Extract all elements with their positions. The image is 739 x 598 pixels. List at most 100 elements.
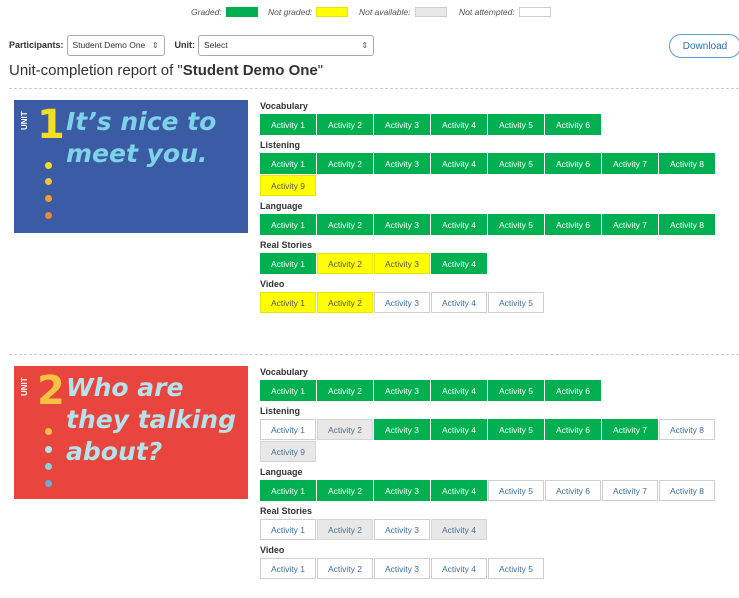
- activity-button-graded[interactable]: Activity 1: [260, 114, 316, 135]
- section-label: Listening: [260, 406, 300, 416]
- activity-list: Activity 1 Activity 2 Activity 3 Activity 4…: [260, 114, 739, 136]
- activity-list: Activity 1 Activity 2 Activity 3 Activity 4…: [260, 380, 739, 402]
- activity-button-graded[interactable]: Activity 3: [374, 214, 430, 235]
- activity-button-graded[interactable]: Activity 5: [488, 153, 544, 174]
- section-label: Listening: [260, 140, 300, 150]
- activity-button-graded[interactable]: Activity 5: [488, 114, 544, 135]
- unit-label: Unit:: [174, 40, 196, 50]
- participants-select[interactable]: Student Demo One ⇕: [66, 34, 165, 56]
- unit-word: UNIT: [20, 111, 29, 130]
- unit-block: UNIT 1 It’s nice to meet you. Vocabulary…: [0, 100, 739, 350]
- activity-button-graded[interactable]: Activity 5: [488, 214, 544, 235]
- activity-button-graded[interactable]: Activity 4: [431, 153, 487, 174]
- unit-cover-image: UNIT 2 Who are they talking about?: [14, 366, 248, 499]
- activity-button-graded[interactable]: Activity 6: [545, 214, 601, 235]
- activity-button-notgraded[interactable]: Activity 1: [260, 292, 316, 313]
- activity-button-notattempted[interactable]: Activity 1: [260, 558, 316, 579]
- activity-button-graded[interactable]: Activity 1: [260, 214, 316, 235]
- activity-button-graded[interactable]: Activity 5: [488, 419, 544, 440]
- activity-button-notattempted[interactable]: Activity 4: [431, 292, 487, 313]
- activity-button-notattempted[interactable]: Activity 5: [488, 292, 544, 313]
- decor-dot: [45, 178, 52, 185]
- activity-button-notattempted[interactable]: Activity 3: [374, 558, 430, 579]
- activity-button-graded[interactable]: Activity 2: [317, 153, 373, 174]
- legend-graded-swatch: [225, 7, 258, 17]
- filter-bar: Participants: Student Demo One ⇕ Unit: S…: [9, 34, 375, 56]
- activity-button-graded[interactable]: Activity 8: [659, 214, 715, 235]
- decor-dot: [45, 446, 52, 453]
- activity-button-notavailable[interactable]: Activity 4: [431, 519, 487, 540]
- status-legend: Graded: Not graded: Not available: Not a…: [0, 7, 739, 19]
- activity-button-graded[interactable]: Activity 4: [431, 480, 487, 501]
- unit-heading: It’s nice to meet you.: [66, 107, 217, 168]
- activity-button-notattempted[interactable]: Activity 1: [260, 519, 316, 540]
- activity-button-graded[interactable]: Activity 7: [602, 419, 658, 440]
- section-label: Vocabulary: [260, 367, 308, 377]
- activity-button-graded[interactable]: Activity 1: [260, 480, 316, 501]
- activity-button-graded[interactable]: Activity 3: [374, 114, 430, 135]
- activity-button-graded[interactable]: Activity 6: [545, 419, 601, 440]
- select-arrows-icon: ⇕: [361, 40, 369, 50]
- activity-button-notavailable[interactable]: Activity 2: [317, 419, 373, 440]
- activity-button-notattempted[interactable]: Activity 8: [659, 419, 715, 440]
- section-label: Real Stories: [260, 506, 313, 516]
- activity-button-graded[interactable]: Activity 4: [431, 114, 487, 135]
- activity-button-notattempted[interactable]: Activity 5: [488, 480, 544, 501]
- activity-button-graded[interactable]: Activity 6: [545, 380, 601, 401]
- page-title: Unit-completion report of "Student Demo …: [9, 62, 323, 79]
- unit-heading: Who are they talking about?: [66, 373, 236, 466]
- activity-button-graded[interactable]: Activity 3: [374, 153, 430, 174]
- activity-button-graded[interactable]: Activity 3: [374, 419, 430, 440]
- activity-button-graded[interactable]: Activity 2: [317, 214, 373, 235]
- activity-button-notattempted[interactable]: Activity 4: [431, 558, 487, 579]
- activity-button-graded[interactable]: Activity 4: [431, 253, 487, 274]
- unit-sections: Vocabulary Activity 1 Activity 2 Activity 3…: [260, 366, 739, 583]
- activity-button-graded[interactable]: Activity 7: [602, 214, 658, 235]
- divider: [9, 354, 739, 355]
- activity-button-graded[interactable]: Activity 1: [260, 153, 316, 174]
- activity-button-notattempted[interactable]: Activity 7: [602, 480, 658, 501]
- activity-button-notgraded[interactable]: Activity 9: [260, 175, 316, 196]
- legend-not-graded-swatch: [316, 7, 349, 17]
- activity-button-graded[interactable]: Activity 5: [488, 380, 544, 401]
- activity-button-graded[interactable]: Activity 7: [602, 153, 658, 174]
- activity-button-graded[interactable]: Activity 1: [260, 380, 316, 401]
- activity-button-graded[interactable]: Activity 6: [545, 153, 601, 174]
- activity-button-notgraded[interactable]: Activity 3: [374, 253, 430, 274]
- activity-button-notattempted[interactable]: Activity 3: [374, 292, 430, 313]
- decor-dot: [45, 212, 52, 219]
- activity-button-graded[interactable]: Activity 4: [431, 419, 487, 440]
- activity-button-notavailable[interactable]: Activity 9: [260, 441, 316, 462]
- activity-button-graded[interactable]: Activity 8: [659, 153, 715, 174]
- unit-word: UNIT: [20, 377, 29, 396]
- unit-select[interactable]: Select ⇕: [198, 34, 375, 56]
- activity-list: Activity 1 Activity 2 Activity 3 Activity 4…: [260, 153, 739, 197]
- activity-button-graded[interactable]: Activity 2: [317, 114, 373, 135]
- activity-list: Activity 1 Activity 2 Activity 3 Activity 4: [260, 519, 739, 541]
- activity-button-graded[interactable]: Activity 4: [431, 214, 487, 235]
- activity-button-notattempted[interactable]: Activity 6: [545, 480, 601, 501]
- activity-button-graded[interactable]: Activity 2: [317, 480, 373, 501]
- activity-button-notattempted[interactable]: Activity 5: [488, 558, 544, 579]
- activity-button-notattempted[interactable]: Activity 3: [374, 519, 430, 540]
- decor-dot: [45, 428, 52, 435]
- activity-button-notattempted[interactable]: Activity 2: [317, 558, 373, 579]
- activity-button-graded[interactable]: Activity 6: [545, 114, 601, 135]
- title-prefix: Unit-completion report of ": [9, 62, 183, 79]
- title-suffix: ": [317, 62, 324, 79]
- activity-button-graded[interactable]: Activity 1: [260, 253, 316, 274]
- activity-button-graded[interactable]: Activity 3: [374, 480, 430, 501]
- activity-list: Activity 1 Activity 2 Activity 3 Activity 4: [260, 253, 739, 275]
- activity-button-notgraded[interactable]: Activity 2: [317, 292, 373, 313]
- activity-button-graded[interactable]: Activity 3: [374, 380, 430, 401]
- activity-button-graded[interactable]: Activity 4: [431, 380, 487, 401]
- activity-button-notgraded[interactable]: Activity 2: [317, 253, 373, 274]
- activity-list: Activity 1 Activity 2 Activity 3 Activity 4…: [260, 419, 739, 463]
- activity-button-notattempted[interactable]: Activity 1: [260, 419, 316, 440]
- section-label: Vocabulary: [260, 101, 308, 111]
- activity-button-notattempted[interactable]: Activity 8: [659, 480, 715, 501]
- download-button[interactable]: Download: [669, 34, 739, 58]
- select-arrows-icon: ⇕: [151, 40, 159, 50]
- activity-button-graded[interactable]: Activity 2: [317, 380, 373, 401]
- activity-button-notavailable[interactable]: Activity 2: [317, 519, 373, 540]
